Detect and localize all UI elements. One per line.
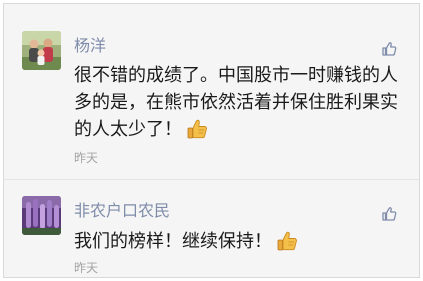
comment-text: 我们的榜样！继续保持！: [74, 228, 404, 255]
author-name[interactable]: 非农户口农民: [74, 200, 170, 222]
avatar[interactable]: [22, 196, 61, 235]
author-name[interactable]: 杨洋: [74, 35, 106, 57]
thumbs-up-emoji-icon: [276, 230, 298, 252]
comment-list: 杨洋 很不错的成绩了。中国股市一时赚钱的人多的是，在熊市依然活着并保住胜利果实的…: [3, 3, 420, 278]
avatar[interactable]: [22, 31, 61, 70]
thumbs-up-emoji-icon: [186, 118, 208, 140]
comment-text: 很不错的成绩了。中国股市一时赚钱的人多的是，在熊市依然活着并保住胜利果实的人太少…: [74, 62, 404, 143]
thumbs-up-icon[interactable]: [381, 41, 397, 57]
timestamp: 昨天: [74, 151, 99, 165]
comment-body: 我们的榜样！继续保持！: [74, 231, 272, 252]
comment-divider: [4, 179, 419, 180]
thumbs-up-icon[interactable]: [381, 206, 397, 222]
timestamp: 昨天: [74, 261, 99, 275]
comment-body: 很不错的成绩了。中国股市一时赚钱的人多的是，在熊市依然活着并保住胜利果实的人太少…: [74, 65, 398, 140]
